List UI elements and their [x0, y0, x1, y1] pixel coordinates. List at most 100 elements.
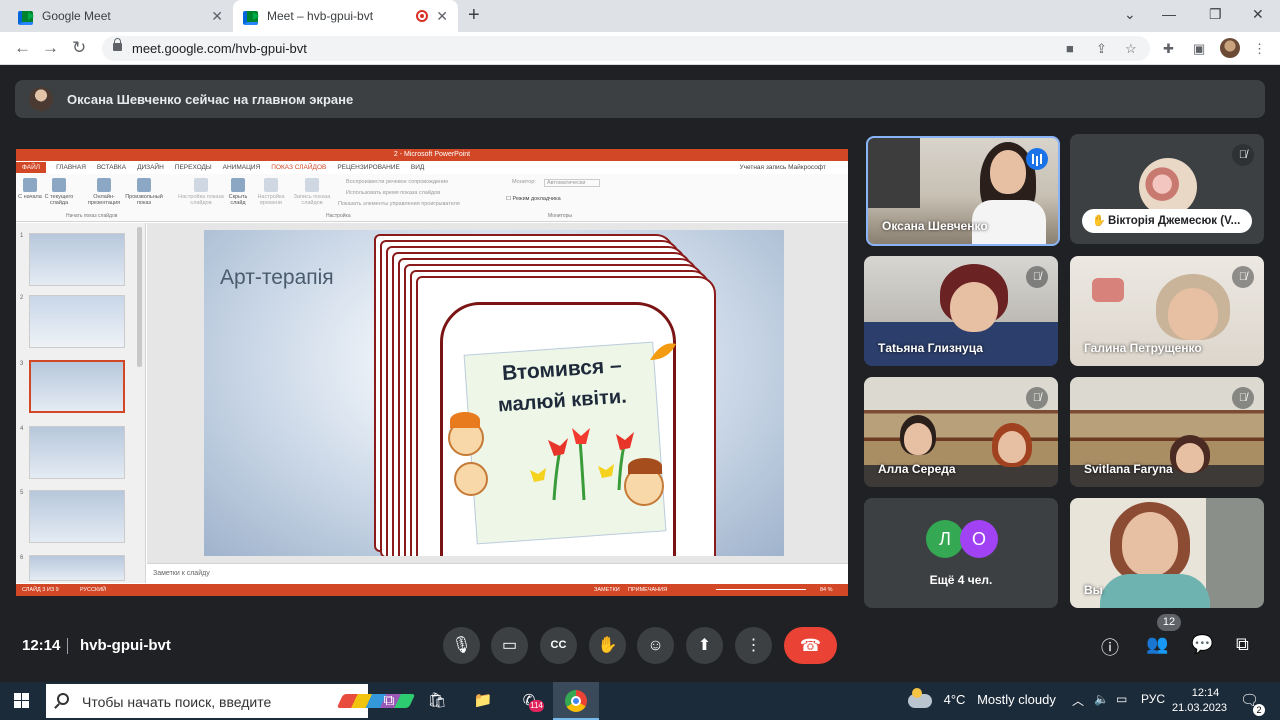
- ribbon-tab-view[interactable]: ВИД: [411, 164, 424, 171]
- present-screen-button[interactable]: ⬆: [686, 627, 723, 664]
- self-view-tile[interactable]: Вы: [1070, 498, 1264, 608]
- ribbon-tab-slideshow[interactable]: ПОКАЗ СЛАЙДОВ: [271, 164, 326, 171]
- ribbon-tab-animation[interactable]: АНИМАЦИЯ: [223, 164, 261, 171]
- chat-icon[interactable]: 💬: [1191, 634, 1213, 655]
- background-board: [868, 138, 920, 208]
- bookmark-star-icon[interactable]: ☆: [1125, 41, 1137, 57]
- participant-name: Оксана Шевченко: [882, 219, 988, 233]
- tab-meet-call[interactable]: Meet – hvb-gpui-bvt ✕: [233, 0, 458, 32]
- volume-icon[interactable]: 🔈: [1094, 692, 1109, 706]
- option-controls[interactable]: Показать элементы управления проигрывате…: [338, 201, 460, 207]
- ribbon-tab-review[interactable]: РЕЦЕНЗИРОВАНИЕ: [337, 164, 400, 171]
- participant-tile-galina[interactable]: 🎙̸ Галина Петрущенко: [1070, 256, 1264, 366]
- participant-tile-oksana[interactable]: Оксана Шевченко: [866, 136, 1060, 246]
- address-bar[interactable]: meet.google.com/hvb-gpui-bvt: [102, 36, 1150, 61]
- share-icon[interactable]: ⇪: [1096, 41, 1107, 57]
- close-tab-icon[interactable]: ✕: [436, 8, 448, 25]
- tab-search-chevron-icon[interactable]: ⌄: [1124, 6, 1136, 23]
- participant-tile-svitlana[interactable]: 🎙̸ Svitlana Faryna: [1070, 377, 1264, 487]
- record-show-button[interactable]: Запись показа слайдов: [288, 178, 336, 206]
- slide-notes-field[interactable]: Заметки к слайду: [147, 563, 848, 584]
- back-button[interactable]: ←: [14, 38, 31, 58]
- monitor-select[interactable]: Автоматически: [544, 179, 601, 187]
- lock-icon[interactable]: [113, 38, 122, 51]
- slide-thumbnail-3[interactable]: [29, 360, 125, 413]
- slide-thumbnail-4[interactable]: [29, 426, 125, 479]
- participant-tile-viktoria[interactable]: 🎙̸ Вікторія Джемесюк (V... ✋: [1070, 134, 1264, 244]
- meeting-info-icon[interactable]: ⓘ: [1101, 634, 1119, 660]
- menu-kebab-icon[interactable]: ⋮: [1253, 41, 1266, 57]
- tray-time: 12:14: [1191, 687, 1220, 699]
- camera-icon[interactable]: ■: [1066, 41, 1074, 56]
- captions-button[interactable]: CC: [540, 627, 577, 664]
- hide-slide-button[interactable]: Скрыть слайд: [224, 178, 252, 206]
- status-comments-button[interactable]: ПРИМЕЧАНИЯ: [628, 584, 667, 596]
- ribbon-tab-home[interactable]: ГЛАВНАЯ: [56, 164, 86, 171]
- weather-temperature: 4°C: [943, 692, 966, 707]
- side-panel-icon[interactable]: ▣: [1193, 41, 1205, 57]
- reload-button[interactable]: ↻: [72, 38, 86, 58]
- windows-start-button[interactable]: [14, 693, 30, 709]
- slide-thumbnail-1[interactable]: [29, 233, 125, 286]
- participant-tile-alla[interactable]: 🎙̸ Алла Середа: [864, 377, 1058, 487]
- slide-thumbnail-6[interactable]: [29, 555, 125, 581]
- extensions-puzzle-icon[interactable]: ✚: [1163, 41, 1174, 57]
- participant-face: [1122, 512, 1178, 576]
- slide-thumbnail-5[interactable]: [29, 490, 125, 543]
- option-narration[interactable]: Воспроизвести речевое сопровождение: [346, 179, 448, 185]
- more-participants-tile[interactable]: Л О Ещё 4 чел.: [864, 498, 1058, 608]
- thumbnails-scrollbar[interactable]: [137, 227, 142, 367]
- status-notes-button[interactable]: ЗАМЕТКИ: [594, 584, 620, 596]
- slide-thumbnail-2[interactable]: [29, 295, 125, 348]
- setup-show-button[interactable]: Настройка показа слайдов: [176, 178, 226, 206]
- end-call-button[interactable]: ☎: [784, 627, 837, 664]
- online-presentation-button[interactable]: Онлайн-презентация: [84, 178, 124, 206]
- option-timings[interactable]: Использовать время показа слайдов: [346, 190, 440, 196]
- raise-hand-button[interactable]: ✋: [589, 627, 626, 664]
- weather-widget[interactable]: 4°C Mostly cloudy: [908, 687, 1056, 708]
- input-language[interactable]: РУС: [1141, 692, 1165, 706]
- tray-clock[interactable]: 12:14 21.03.2023: [1172, 686, 1227, 716]
- kid-illustration: [454, 462, 488, 496]
- tray-chevron-icon[interactable]: ︿: [1072, 692, 1084, 709]
- participant-tile-tatiana[interactable]: 🎙̸ Тatьяна Глизнуца: [864, 256, 1058, 366]
- current-slide[interactable]: Арт-терапія Втомився – малюй квіти.: [204, 230, 784, 556]
- task-view-icon[interactable]: ⧉: [376, 688, 402, 714]
- ribbon-tab-design[interactable]: ДИЗАЙН: [137, 164, 164, 171]
- ribbon-tab-file[interactable]: ФАЙЛ: [16, 162, 47, 173]
- maximize-button[interactable]: ❐: [1209, 6, 1222, 23]
- battery-icon[interactable]: ▭: [1116, 692, 1127, 706]
- microphone-button[interactable]: 🎙: [443, 627, 480, 664]
- zoom-slider[interactable]: [716, 589, 806, 590]
- from-current-button[interactable]: С текущего слайда: [44, 178, 74, 206]
- people-icon[interactable]: 👥: [1146, 634, 1168, 655]
- from-start-button[interactable]: С начала: [18, 178, 42, 200]
- presenter-banner: Оксана Шевченко сейчас на главном экране: [15, 80, 1265, 118]
- zoom-level[interactable]: 84 %: [820, 584, 833, 596]
- shared-screen[interactable]: 2 - Microsoft PowerPoint ФАЙЛ ГЛАВНАЯ ВС…: [16, 149, 848, 596]
- chrome-taskbar-button[interactable]: [553, 682, 599, 720]
- custom-show-button[interactable]: Произвольный показ: [124, 178, 164, 206]
- minimize-button[interactable]: —: [1162, 6, 1176, 22]
- tab-google-meet[interactable]: Google Meet ✕: [8, 0, 233, 32]
- account-label[interactable]: Учетная запись Майкрософт: [739, 164, 826, 171]
- microsoft-store-icon[interactable]: 🛍: [424, 688, 450, 714]
- more-options-button[interactable]: ⋮: [735, 627, 772, 664]
- new-tab-button[interactable]: +: [468, 4, 480, 27]
- mic-off-icon: 🎙̸: [1026, 387, 1048, 409]
- close-window-button[interactable]: ✕: [1252, 6, 1264, 23]
- profile-avatar[interactable]: [1220, 38, 1240, 58]
- ribbon-tab-transitions[interactable]: ПЕРЕХОДЫ: [175, 164, 212, 171]
- activities-icon[interactable]: ⧉: [1236, 634, 1249, 655]
- rehearse-timings-button[interactable]: Настройка времени: [254, 178, 288, 206]
- file-explorer-icon[interactable]: 📁: [470, 688, 496, 714]
- ribbon-tab-insert[interactable]: ВСТАВКА: [97, 164, 126, 171]
- taskbar-search-box[interactable]: Чтобы начать поиск, введите: [46, 684, 416, 718]
- presenter-view-checkbox[interactable]: ☐ Режим докладчика: [506, 196, 561, 202]
- status-language[interactable]: РУССКИЙ: [80, 584, 106, 596]
- forward-button[interactable]: →: [42, 38, 59, 58]
- reactions-button[interactable]: ☺: [637, 627, 674, 664]
- notifications-badge: 2: [1253, 704, 1265, 716]
- camera-button[interactable]: ▭: [491, 627, 528, 664]
- close-tab-icon[interactable]: ✕: [211, 8, 223, 25]
